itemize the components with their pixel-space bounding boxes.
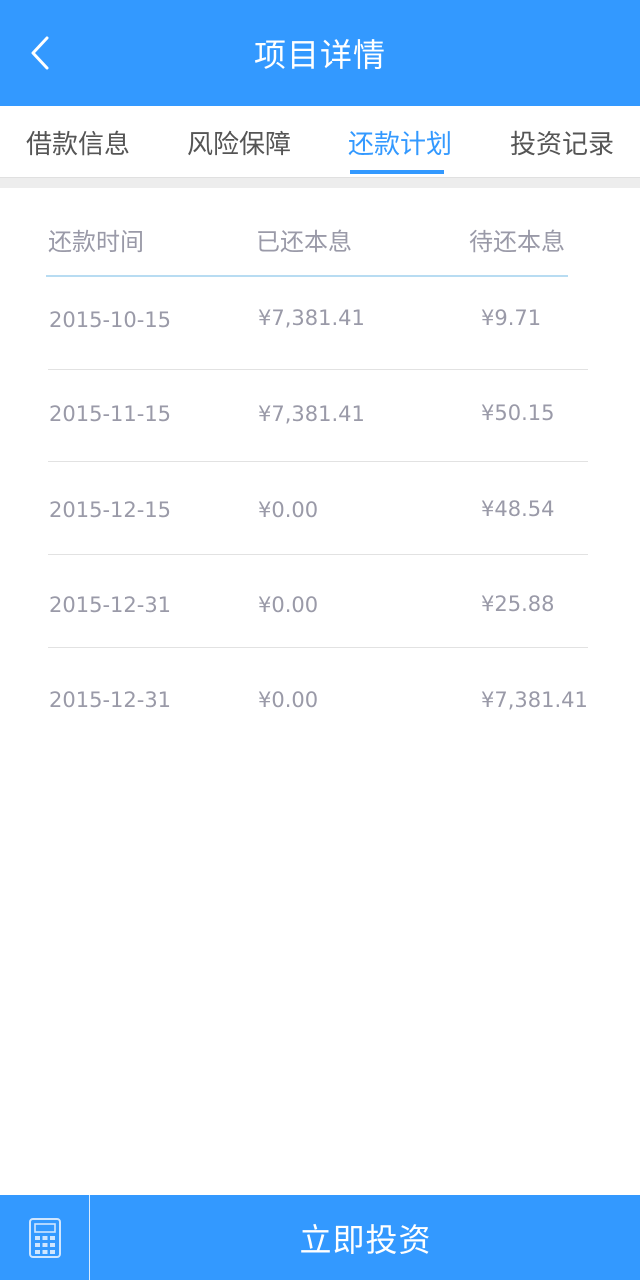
page-title: 项目详情 bbox=[253, 36, 386, 74]
row-pending: ¥25.88 bbox=[481, 592, 555, 616]
row-pending: ¥50.15 bbox=[481, 401, 555, 425]
row-date: 2015-11-15 bbox=[49, 402, 172, 426]
active-tab-indicator bbox=[350, 170, 444, 174]
column-header-pending: 待还本息 bbox=[469, 228, 565, 256]
calculator-button[interactable] bbox=[0, 1195, 90, 1280]
table-row: 2015-12-31 ¥0.00 ¥7,381.41 bbox=[0, 648, 640, 742]
tab-loan-info[interactable]: 借款信息 bbox=[26, 106, 130, 178]
invest-now-button[interactable]: 立即投资 bbox=[91, 1195, 640, 1280]
row-paid: ¥0.00 bbox=[258, 498, 319, 522]
row-paid: ¥7,381.41 bbox=[258, 306, 365, 330]
calculator-icon bbox=[28, 1217, 61, 1258]
tab-bar: 借款信息 风险保障 还款计划 投资记录 bbox=[0, 106, 640, 178]
row-date: 2015-12-31 bbox=[49, 688, 172, 712]
column-header-paid: 已还本息 bbox=[256, 228, 352, 256]
row-date: 2015-12-15 bbox=[49, 498, 172, 522]
table-header: 还款时间 已还本息 待还本息 bbox=[0, 188, 640, 276]
section-divider bbox=[0, 178, 640, 188]
bottom-action-bar: 立即投资 bbox=[0, 1195, 640, 1280]
tab-risk-protection[interactable]: 风险保障 bbox=[187, 106, 291, 178]
table-row: 2015-12-31 ¥0.00 ¥25.88 bbox=[0, 555, 640, 649]
row-paid: ¥7,381.41 bbox=[258, 402, 365, 426]
row-pending: ¥48.54 bbox=[481, 497, 555, 521]
row-paid: ¥0.00 bbox=[258, 593, 319, 617]
table-row: 2015-12-15 ¥0.00 ¥48.54 bbox=[0, 462, 640, 556]
app-header: 项目详情 bbox=[0, 0, 640, 106]
row-pending: ¥7,381.41 bbox=[481, 688, 588, 712]
tab-investment-records[interactable]: 投资记录 bbox=[510, 106, 614, 178]
table-row: 2015-10-15 ¥7,381.41 ¥9.71 bbox=[0, 277, 640, 371]
row-pending: ¥9.71 bbox=[481, 306, 542, 330]
row-date: 2015-12-31 bbox=[49, 593, 172, 617]
row-paid: ¥0.00 bbox=[258, 688, 319, 712]
tab-repayment-plan[interactable]: 还款计划 bbox=[348, 106, 452, 178]
column-header-repayment-date: 还款时间 bbox=[48, 228, 144, 256]
row-date: 2015-10-15 bbox=[49, 308, 172, 332]
table-row: 2015-11-15 ¥7,381.41 ¥50.15 bbox=[0, 370, 640, 464]
